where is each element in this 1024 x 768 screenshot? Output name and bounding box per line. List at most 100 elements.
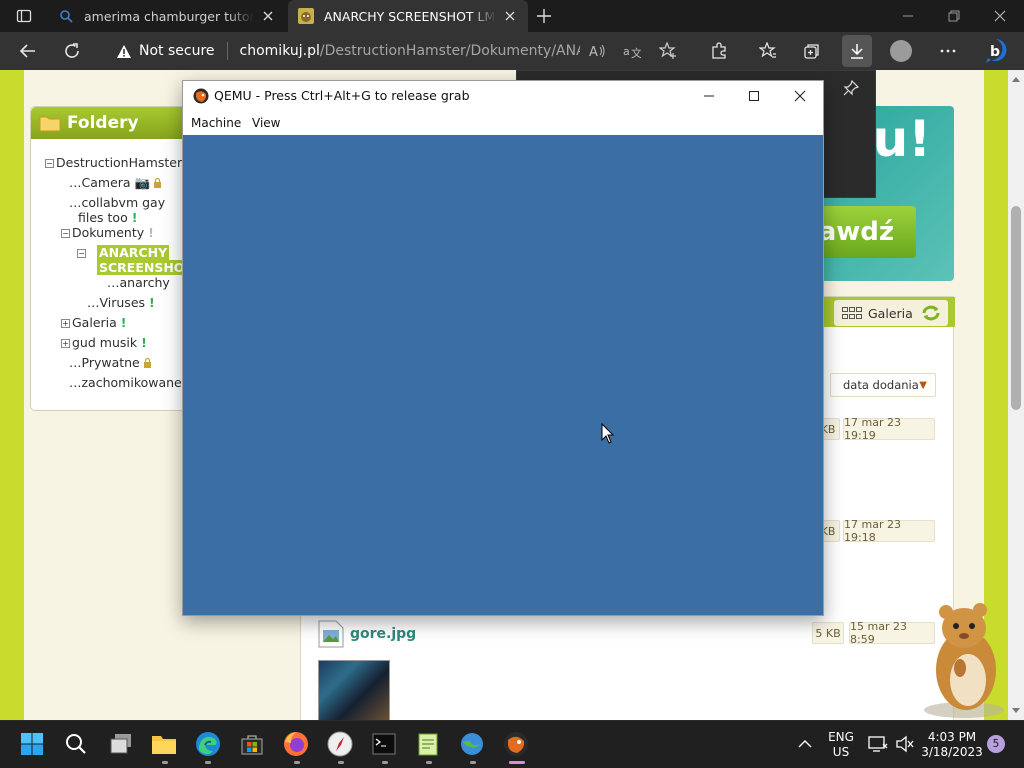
search-icon[interactable] xyxy=(63,731,89,757)
scrollbar-thumb[interactable] xyxy=(1011,206,1021,410)
task-view-icon[interactable] xyxy=(108,731,134,757)
running-indicator xyxy=(338,761,344,764)
qemu-maximize-icon[interactable] xyxy=(740,85,768,107)
edge-browser-icon[interactable] xyxy=(195,731,221,757)
compass-app-icon[interactable] xyxy=(327,731,353,757)
tree-item-zachomikowane[interactable]: …zachomikowane xyxy=(69,375,182,390)
close-tab-icon[interactable] xyxy=(502,8,518,24)
favorites-icon[interactable] xyxy=(757,40,779,62)
tree-item-collabvm-cont[interactable]: files too ! xyxy=(78,210,137,225)
tree-item-camera[interactable]: …Camera 📷 xyxy=(69,175,162,190)
menu-machine[interactable]: Machine xyxy=(191,116,241,130)
notification-badge[interactable]: 5 xyxy=(987,735,1005,753)
new-files-icon: ! xyxy=(141,335,147,350)
input-language-indicator[interactable]: ENG US xyxy=(826,730,856,760)
tree-item-viruses[interactable]: …Viruses ! xyxy=(87,295,155,310)
back-arrow-icon[interactable] xyxy=(17,40,39,62)
profile-avatar-icon[interactable] xyxy=(890,40,912,62)
tree-item-gud-musik[interactable]: + gud musik ! xyxy=(61,335,147,350)
running-indicator xyxy=(162,761,168,764)
close-tab-icon[interactable] xyxy=(260,8,276,24)
collapse-icon[interactable]: − xyxy=(61,229,70,238)
pin-icon[interactable] xyxy=(840,77,862,99)
expand-icon[interactable]: + xyxy=(61,339,70,348)
more-options-icon[interactable] xyxy=(937,40,959,62)
add-favorite-icon[interactable] xyxy=(657,40,679,62)
notepad-icon[interactable] xyxy=(415,731,441,757)
tree-item-destructionhamster[interactable]: − DestructionHamster xyxy=(45,155,182,170)
tree-item-anarchy-screenshot[interactable]: ANARCHY xyxy=(97,245,170,260)
tree-item-anarchy-expander[interactable]: − xyxy=(77,245,88,260)
expand-icon[interactable]: + xyxy=(61,319,70,328)
tree-item-anarchy-screenshot-cont[interactable]: SCREENSHOT xyxy=(97,260,195,275)
new-tab-icon[interactable] xyxy=(534,6,554,26)
restore-window-icon[interactable] xyxy=(944,6,964,26)
downloads-icon[interactable] xyxy=(842,35,872,67)
camera-icon: 📷 xyxy=(134,175,151,190)
tab-actions-icon[interactable] xyxy=(8,5,40,27)
menu-view[interactable]: View xyxy=(252,116,280,130)
search-icon xyxy=(58,8,74,24)
running-indicator xyxy=(205,761,211,764)
security-label: Not secure xyxy=(139,43,215,59)
svg-text:a: a xyxy=(623,45,630,58)
keyboard-layout: US xyxy=(832,745,850,759)
read-aloud-icon[interactable]: A xyxy=(586,40,608,62)
volume-muted-icon[interactable] xyxy=(894,734,916,754)
terminal-icon[interactable] xyxy=(371,731,397,757)
new-files-icon: ! xyxy=(149,295,155,310)
url-text[interactable]: chomikuj.pl/DestructionHamster/Dokumenty… xyxy=(240,43,580,59)
qemu-close-icon[interactable] xyxy=(786,85,814,107)
browser-tab-search[interactable]: amerima chamburger tutoral - Sc xyxy=(48,0,286,32)
svg-text:b: b xyxy=(990,44,1000,60)
firefox-icon[interactable] xyxy=(283,731,309,757)
new-files-icon: ! xyxy=(131,210,138,225)
hamster-mascot-image xyxy=(920,598,1008,720)
new-files-icon: ! xyxy=(148,225,154,240)
svg-text:文: 文 xyxy=(631,46,641,60)
qemu-minimize-icon[interactable] xyxy=(695,85,723,107)
qemu-titlebar[interactable]: QEMU - Press Ctrl+Alt+G to release grab xyxy=(183,81,823,111)
microsoft-store-icon[interactable] xyxy=(239,731,265,757)
system-clock[interactable]: 4:03 PM 3/18/2023 xyxy=(918,730,986,760)
collapse-icon[interactable]: − xyxy=(77,249,86,258)
tree-item-dokumenty[interactable]: − Dokumenty ! xyxy=(61,225,154,240)
galeria-view-button[interactable]: Galeria xyxy=(834,300,921,326)
minimize-window-icon[interactable] xyxy=(898,6,918,26)
windows-start-icon[interactable] xyxy=(19,731,45,757)
galeria-label: Galeria xyxy=(868,305,913,321)
collections-icon[interactable] xyxy=(801,40,823,62)
refresh-icon[interactable] xyxy=(61,40,83,62)
file-date: 17 mar 23 19:19 xyxy=(843,416,935,442)
file-row-gore[interactable]: gore.jpg xyxy=(318,620,416,648)
scroll-down-arrow-icon[interactable] xyxy=(1008,704,1024,718)
svg-text:A: A xyxy=(589,45,598,60)
browser-tab-active[interactable]: ANARCHY SCREENSHOT LMAO - xyxy=(288,0,528,32)
grid-icon xyxy=(842,307,862,319)
qemu-taskbar-icon[interactable] xyxy=(503,731,529,757)
new-files-icon: ! xyxy=(120,315,127,330)
translate-icon[interactable]: a文 xyxy=(621,40,643,62)
file-name[interactable]: gore.jpg xyxy=(350,626,416,642)
show-hidden-icons-chevron-icon[interactable] xyxy=(795,734,815,754)
mouse-cursor-icon xyxy=(601,423,615,445)
scroll-up-arrow-icon[interactable] xyxy=(1008,72,1024,86)
page-refresh-icon[interactable] xyxy=(914,300,948,326)
tree-item-prywatne[interactable]: …Prywatne xyxy=(69,355,152,370)
clock-time: 4:03 PM xyxy=(927,730,977,744)
sort-dropdown[interactable]: data dodania ▼ xyxy=(830,373,936,397)
site-security-indicator[interactable]: Not secure xyxy=(116,43,215,59)
network-globe-icon[interactable] xyxy=(459,731,485,757)
bing-chat-icon[interactable]: b xyxy=(983,37,1009,65)
collapse-icon[interactable]: − xyxy=(45,159,54,168)
file-explorer-icon[interactable] xyxy=(151,731,177,757)
image-thumbnail[interactable] xyxy=(318,660,390,720)
extensions-icon[interactable] xyxy=(708,40,730,62)
tree-item-galeria[interactable]: + Galeria ! xyxy=(61,315,126,330)
tree-item-collabvm[interactable]: …collabvm gay xyxy=(69,195,165,210)
qemu-guest-display[interactable] xyxy=(183,135,823,615)
running-indicator xyxy=(294,761,300,764)
tree-item-anarchy-sub[interactable]: …anarchy xyxy=(107,275,170,290)
close-window-icon[interactable] xyxy=(990,6,1010,26)
network-status-icon[interactable] xyxy=(867,734,889,754)
